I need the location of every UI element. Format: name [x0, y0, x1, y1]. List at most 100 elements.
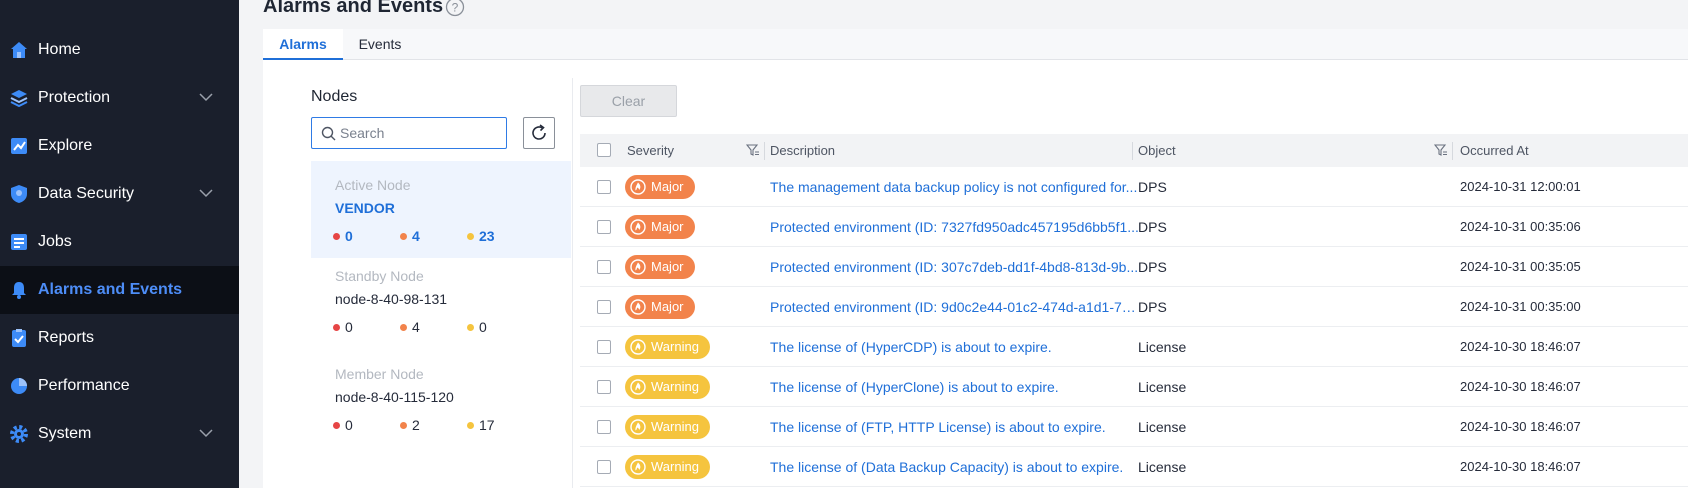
flame-icon — [630, 219, 646, 235]
alarm-object: DPS — [1138, 259, 1167, 275]
column-header-occurred-at[interactable]: Occurred At — [1460, 143, 1529, 158]
flame-icon — [630, 299, 646, 315]
gear-icon — [10, 425, 28, 443]
chevron-down-icon[interactable] — [199, 188, 213, 198]
flame-icon — [630, 179, 646, 195]
tab-alarms[interactable]: Alarms — [263, 29, 343, 60]
severity-badge: Major — [625, 215, 695, 239]
content-panel: Nodes Active Node VENDOR 0 4 23 Standby … — [263, 60, 1688, 488]
table-row[interactable]: Warning The license of (FTP, HTTP Licens… — [580, 407, 1688, 447]
alarm-description-link[interactable]: The license of (Data Backup Capacity) is… — [770, 459, 1140, 475]
home-icon — [11, 42, 27, 58]
sidebar-item-home[interactable]: Home — [0, 26, 239, 74]
table-row[interactable]: Warning The license of (Data Backup Capa… — [580, 447, 1688, 487]
column-header-severity[interactable]: Severity — [627, 143, 674, 158]
table-row[interactable]: Major The management data backup policy … — [580, 167, 1688, 207]
chevron-down-icon[interactable] — [199, 92, 213, 102]
column-separator[interactable] — [1452, 142, 1453, 160]
jobs-icon — [11, 234, 27, 250]
row-checkbox[interactable] — [597, 420, 611, 434]
severity-badge: Warning — [625, 415, 710, 439]
chevron-down-icon[interactable] — [199, 428, 213, 438]
critical-dot — [333, 324, 340, 331]
critical-dot — [333, 422, 340, 429]
row-checkbox[interactable] — [597, 180, 611, 194]
sidebar-item-protection[interactable]: Protection — [0, 74, 239, 122]
sidebar-item-explore[interactable]: Explore — [0, 122, 239, 170]
alarm-description-link[interactable]: The management data backup policy is not… — [770, 179, 1140, 195]
sidebar-item-data-security[interactable]: Data Security — [0, 170, 239, 218]
critical-dot — [333, 233, 340, 240]
alarm-description-link[interactable]: The license of (FTP, HTTP License) is ab… — [770, 419, 1140, 435]
row-checkbox[interactable] — [597, 340, 611, 354]
sidebar-item-label: Reports — [38, 329, 95, 346]
protection-icon — [10, 90, 28, 108]
column-separator[interactable] — [1132, 142, 1133, 160]
table-row[interactable]: Major Protected environment (ID: 7327fd9… — [580, 207, 1688, 247]
panel-divider — [572, 78, 573, 488]
warning-count: 17 — [467, 417, 495, 433]
alarm-occurred-at: 2024-10-30 18:46:07 — [1460, 339, 1581, 354]
flame-icon — [630, 339, 646, 355]
tab-events[interactable]: Events — [343, 29, 417, 60]
select-all-checkbox[interactable] — [597, 143, 611, 157]
alarm-description-link[interactable]: Protected environment (ID: 307c7deb-dd1f… — [770, 259, 1140, 275]
table-row[interactable]: Major Protected environment (ID: 9d0c2e4… — [580, 287, 1688, 327]
sidebar-item-label: Explore — [38, 137, 93, 154]
row-checkbox[interactable] — [597, 220, 611, 234]
node-card-standby[interactable]: Standby Node node-8-40-98-131 0 4 0 — [311, 252, 571, 349]
sidebar-item-label: Jobs — [38, 233, 72, 250]
critical-count: 0 — [333, 417, 353, 433]
svg-text:?: ? — [452, 1, 459, 15]
node-card-member[interactable]: Member Node node-8-40-115-120 0 2 17 — [311, 350, 571, 447]
severity-badge: Warning — [625, 335, 710, 359]
filter-icon[interactable] — [746, 143, 760, 157]
node-card-active[interactable]: Active Node VENDOR 0 4 23 — [311, 161, 571, 258]
flame-icon — [630, 259, 646, 275]
sidebar-item-label: Data Security — [38, 185, 135, 202]
column-header-description[interactable]: Description — [770, 143, 835, 158]
row-checkbox[interactable] — [597, 260, 611, 274]
severity-badge: Major — [625, 295, 695, 319]
alarm-object: License — [1138, 339, 1187, 355]
refresh-icon — [532, 124, 546, 140]
table-header: Severity Description Object Occurred At — [580, 134, 1688, 167]
warning-count: 23 — [467, 228, 495, 244]
sidebar-item-performance[interactable]: Performance — [0, 362, 239, 410]
major-dot — [400, 324, 407, 331]
sidebar-item-jobs[interactable]: Jobs — [0, 218, 239, 266]
alarm-occurred-at: 2024-10-30 18:46:07 — [1460, 419, 1581, 434]
row-checkbox[interactable] — [597, 460, 611, 474]
alarm-object: DPS — [1138, 179, 1167, 195]
node-type: Member Node — [335, 366, 424, 382]
sidebar-item-reports[interactable]: Reports — [0, 314, 239, 362]
column-header-object[interactable]: Object — [1138, 143, 1176, 158]
alarm-description-link[interactable]: Protected environment (ID: 9d0c2e44-01c2… — [770, 299, 1140, 315]
column-separator[interactable] — [764, 142, 765, 160]
warning-dot — [467, 233, 474, 240]
table-row[interactable]: Warning The license of (HyperCDP) is abo… — [580, 327, 1688, 367]
node-type: Standby Node — [335, 268, 424, 284]
alarm-occurred-at: 2024-10-31 00:35:06 — [1460, 219, 1581, 234]
warning-dot — [467, 422, 474, 429]
performance-icon — [11, 378, 27, 394]
alarm-object: DPS — [1138, 299, 1167, 315]
alarm-description-link[interactable]: The license of (HyperClone) is about to … — [770, 379, 1140, 395]
filter-icon[interactable] — [1434, 143, 1448, 157]
help-icon[interactable]: ? — [445, 0, 465, 17]
refresh-button[interactable] — [523, 117, 555, 149]
alarm-occurred-at: 2024-10-30 18:46:07 — [1460, 379, 1581, 394]
alarm-object: License — [1138, 419, 1187, 435]
clear-button[interactable]: Clear — [580, 85, 677, 117]
sidebar-item-label: Alarms and Events — [38, 281, 183, 298]
row-checkbox[interactable] — [597, 380, 611, 394]
search-input[interactable] — [340, 124, 500, 142]
warning-count: 0 — [467, 319, 487, 335]
sidebar-item-alarms-and-events[interactable]: Alarms and Events — [0, 266, 239, 314]
sidebar-item-system[interactable]: System — [0, 410, 239, 458]
table-row[interactable]: Warning The license of (HyperClone) is a… — [580, 367, 1688, 407]
alarm-description-link[interactable]: The license of (HyperCDP) is about to ex… — [770, 339, 1140, 355]
alarm-description-link[interactable]: Protected environment (ID: 7327fd950adc4… — [770, 219, 1140, 235]
row-checkbox[interactable] — [597, 300, 611, 314]
table-row[interactable]: Major Protected environment (ID: 307c7de… — [580, 247, 1688, 287]
